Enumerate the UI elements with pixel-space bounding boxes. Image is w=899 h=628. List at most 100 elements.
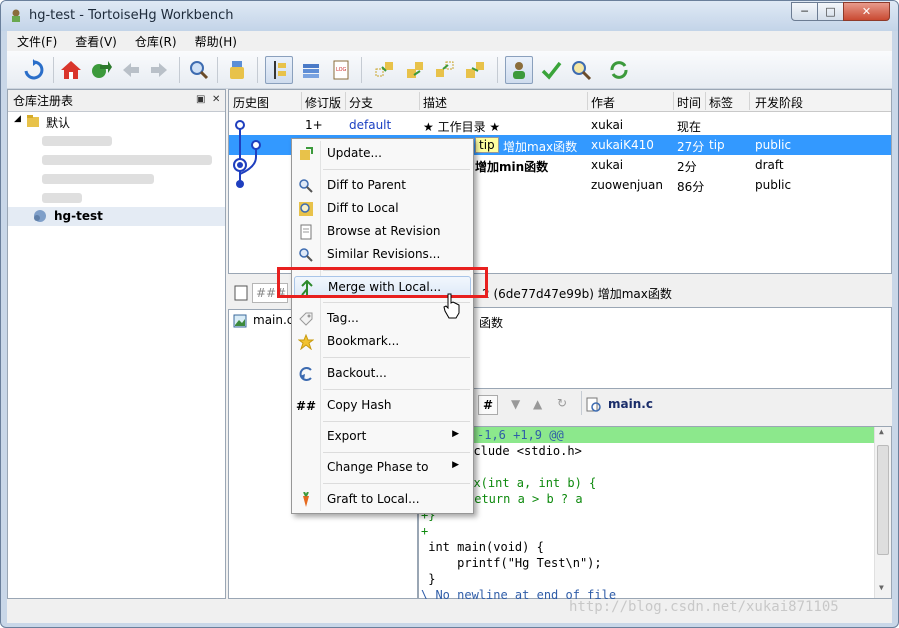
collapse-triangle-icon[interactable]: ◢ — [14, 114, 21, 124]
log-button[interactable]: LOG — [327, 56, 355, 84]
revision-summary: 2 (6de77d47e99b) 增加max函数 — [482, 287, 672, 301]
similar-icon — [299, 248, 313, 262]
table-row[interactable]: 1+ default ★ 工作目录 ★ xukai 现在 — [229, 115, 891, 135]
scroll-down-icon[interactable]: ▼ — [879, 583, 884, 592]
col-description[interactable]: 描述 — [423, 94, 447, 111]
menu-similar-revisions[interactable]: Similar Revisions... — [294, 244, 471, 266]
arrow-down-icon[interactable]: ▼ — [511, 397, 520, 411]
watermark-text: http://blog.csdn.net/xukai871105 — [569, 599, 839, 615]
dag-graph — [233, 120, 261, 188]
outgoing-button[interactable] — [431, 56, 459, 84]
menu-backout[interactable]: Backout... — [294, 363, 471, 385]
redo-icon[interactable]: ↻ — [557, 396, 567, 410]
menu-repository[interactable]: 仓库(R) — [125, 33, 185, 50]
float-panel-icon[interactable]: ▣ — [196, 94, 205, 105]
menu-view[interactable]: 查看(V) — [65, 33, 125, 50]
grep-button[interactable] — [567, 56, 595, 84]
workbench-button[interactable] — [265, 56, 293, 84]
diff-line: + — [421, 524, 429, 538]
close-button[interactable]: ✕ — [843, 2, 890, 21]
verify-button[interactable] — [537, 56, 565, 84]
menu-update[interactable]: Update... — [294, 143, 471, 165]
cell-author: zuowenjuan — [591, 178, 663, 192]
annotate-icon[interactable] — [586, 397, 602, 413]
menu-bookmark[interactable]: Bookmark... — [294, 331, 471, 353]
pull-button[interactable] — [401, 56, 429, 84]
tree-item-hidden[interactable] — [8, 131, 225, 150]
close-panel-icon[interactable]: ✕ — [212, 94, 220, 105]
hand-cursor-icon — [443, 293, 460, 319]
back-button[interactable] — [117, 56, 145, 84]
scrollbar-thumb[interactable] — [877, 445, 889, 555]
arrow-up-icon[interactable]: ▲ — [533, 397, 542, 411]
scroll-up-icon[interactable]: ▲ — [879, 427, 884, 436]
goto-button[interactable] — [87, 56, 115, 84]
commit-button[interactable] — [297, 56, 325, 84]
incoming-button[interactable] — [371, 56, 399, 84]
tree-group-default[interactable]: ◢ 默认 — [8, 112, 225, 131]
submenu-arrow-icon: ▶ — [452, 429, 459, 439]
file-list-item[interactable]: main.c — [253, 313, 293, 327]
backout-icon — [299, 367, 312, 381]
diff-lines: -1,6 +1,9 @@ include <stdio.h> max(int a, … — [419, 427, 891, 603]
tip-tag: tip — [475, 137, 499, 153]
app-logo-icon — [12, 9, 20, 22]
commit-view-button[interactable] — [505, 56, 533, 84]
tree-item-hidden[interactable] — [8, 150, 225, 169]
col-graph[interactable]: 历史图 — [233, 94, 269, 111]
refresh-button[interactable] — [19, 56, 47, 84]
document-icon — [234, 285, 248, 301]
commit-message: 函数 — [479, 316, 504, 330]
sync-button[interactable] — [223, 56, 251, 84]
tag-icon — [299, 312, 313, 326]
menu-export[interactable]: Export ▶ — [294, 426, 471, 448]
browse-icon — [300, 224, 312, 240]
col-age[interactable]: 时间 — [677, 94, 701, 111]
checkmark-icon — [541, 61, 562, 80]
forward-button[interactable] — [145, 56, 173, 84]
tree-item-hidden[interactable] — [8, 188, 225, 207]
menu-browse-at-revision[interactable]: Browse at Revision — [294, 221, 471, 243]
diff-line: printf("Hg Test\n"); — [421, 556, 602, 570]
menu-graft-to-local[interactable]: Graft to Local... — [294, 489, 471, 511]
push-button[interactable] — [461, 56, 489, 84]
diff-line: +} — [421, 508, 436, 522]
home-button[interactable] — [57, 56, 85, 84]
diff-line: -1,6 +1,9 @@ — [419, 427, 891, 443]
search-icon — [190, 61, 209, 80]
menu-help[interactable]: 帮助(H) — [185, 33, 245, 50]
repo-registry-title: 仓库注册表 — [13, 94, 74, 108]
menu-diff-to-parent[interactable]: Diff to Parent — [294, 175, 471, 197]
tree-item-hidden[interactable] — [8, 169, 225, 188]
menu-change-phase[interactable]: Change Phase to ▶ — [294, 457, 471, 479]
diff-line: return a > b ? a — [467, 492, 583, 506]
col-rev[interactable]: 修订版 — [305, 94, 341, 111]
main-toolbar: LOG — [7, 51, 892, 89]
hash-icon: ## — [295, 399, 317, 413]
diff-line: include <stdio.h> — [459, 444, 582, 458]
reload-button[interactable] — [605, 56, 633, 84]
maximize-button[interactable]: □ — [817, 2, 844, 21]
diff-line: } — [421, 572, 436, 586]
user-icon — [513, 62, 525, 79]
pull-icon — [407, 62, 423, 78]
cell-phase: draft — [755, 158, 784, 172]
vertical-scrollbar[interactable]: ▲ ▼ — [874, 427, 891, 598]
col-phase[interactable]: 开发阶段 — [755, 94, 803, 111]
col-author[interactable]: 作者 — [591, 94, 615, 111]
hash-view-button[interactable]: # — [478, 395, 498, 415]
arrow-left-icon — [123, 63, 139, 77]
menu-copy-hash[interactable]: ## Copy Hash — [294, 395, 471, 417]
tree-item-hg-test[interactable]: hg-test — [8, 207, 225, 226]
diff-line: int main(void) { — [421, 540, 544, 554]
col-branch[interactable]: 分支 — [349, 94, 373, 111]
cell-rev: 1+ — [305, 118, 323, 132]
menu-diff-to-local[interactable]: Diff to Local — [294, 198, 471, 220]
repo-tree: ◢ 默认 hg-test — [8, 112, 225, 226]
diff-viewer[interactable]: -1,6 +1,9 @@ include <stdio.h> max(int a, … — [418, 426, 892, 602]
col-tags[interactable]: 标签 — [709, 94, 733, 111]
menu-file[interactable]: 文件(F) — [7, 33, 65, 50]
minimize-button[interactable]: ─ — [791, 2, 818, 21]
cell-phase: public — [755, 178, 792, 192]
search-button[interactable] — [185, 56, 213, 84]
